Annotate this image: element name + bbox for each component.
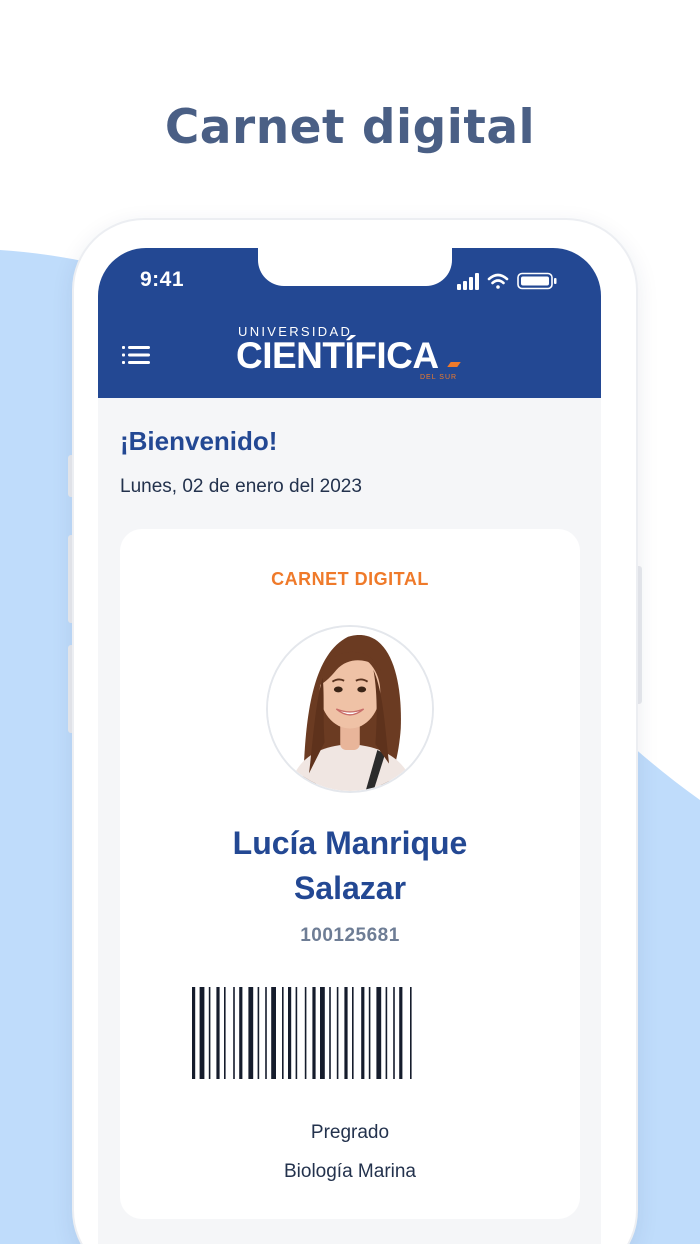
barcode-bar xyxy=(199,987,205,1079)
barcode-bar xyxy=(265,987,267,1079)
app-header: 9:41 UNIVERSIDAD CIENTÍFICA DEL SUR xyxy=(98,248,601,398)
academic-program: Pregrado xyxy=(310,1122,390,1143)
barcode-bar xyxy=(344,987,348,1079)
academic-career: Biología Marina xyxy=(283,1161,417,1182)
hamburger-menu-icon xyxy=(122,346,150,364)
student-photo xyxy=(266,625,434,793)
barcode-bar xyxy=(320,987,325,1079)
student-name-line2: Salazar xyxy=(293,870,407,906)
logo-bottom-text: DEL SUR xyxy=(420,374,458,381)
barcode-bar xyxy=(233,987,235,1079)
barcode-bar xyxy=(288,987,292,1079)
card-title: CARNET DIGITAL xyxy=(271,569,429,589)
barcode-bar xyxy=(216,987,220,1079)
barcode-bar xyxy=(393,987,395,1079)
cellular-signal-icon xyxy=(457,273,479,290)
hamburger-menu-button[interactable] xyxy=(122,344,152,366)
barcode-bar xyxy=(361,987,365,1079)
status-time: 9:41 xyxy=(140,268,185,291)
welcome-heading: ¡Bienvenido! xyxy=(120,426,278,456)
barcode-bar xyxy=(257,987,260,1079)
page-headline: Carnet digital xyxy=(164,100,536,155)
barcode-bar xyxy=(295,987,298,1079)
barcode-bar xyxy=(224,987,226,1079)
status-icons xyxy=(457,272,557,290)
logo-main-text: CIENTÍFICA xyxy=(236,335,439,376)
phone-screen: 9:41 UNIVERSIDAD CIENTÍFICA DEL SUR ¡Bie… xyxy=(98,248,601,1244)
phone-notch xyxy=(258,248,452,286)
barcode-bar xyxy=(282,987,284,1079)
student-name-line1: Lucía Manrique xyxy=(232,825,468,861)
logo-accent-mark xyxy=(447,362,461,367)
barcode-bar xyxy=(352,987,354,1079)
barcode-bar xyxy=(248,987,254,1079)
barcode-bar xyxy=(304,987,307,1079)
barcode-bar xyxy=(376,987,382,1079)
current-date: Lunes, 02 de enero del 2023 xyxy=(120,476,362,497)
barcode-bar xyxy=(410,987,412,1079)
barcode-bar xyxy=(208,987,211,1079)
student-barcode xyxy=(192,987,412,1079)
barcode-bar xyxy=(239,987,243,1079)
barcode-bar xyxy=(399,987,403,1079)
barcode-bar xyxy=(385,987,388,1079)
phone-mockup: 9:41 UNIVERSIDAD CIENTÍFICA DEL SUR ¡Bie… xyxy=(74,220,636,1244)
battery-icon xyxy=(517,272,557,290)
barcode-bar xyxy=(271,987,276,1079)
barcode-bar xyxy=(368,987,371,1079)
digital-id-card: CARNET DIGITAL Lucía Manrique Salazar 10… xyxy=(120,529,580,1219)
barcode-bar xyxy=(329,987,331,1079)
barcode-bar xyxy=(192,987,196,1079)
wifi-icon xyxy=(487,273,509,289)
barcode-bar xyxy=(312,987,316,1079)
barcode-bar xyxy=(336,987,339,1079)
student-name: Lucía Manrique Salazar xyxy=(120,821,580,911)
student-code: 100125681 xyxy=(300,925,400,946)
university-logo: UNIVERSIDAD CIENTÍFICA DEL SUR xyxy=(236,322,466,384)
